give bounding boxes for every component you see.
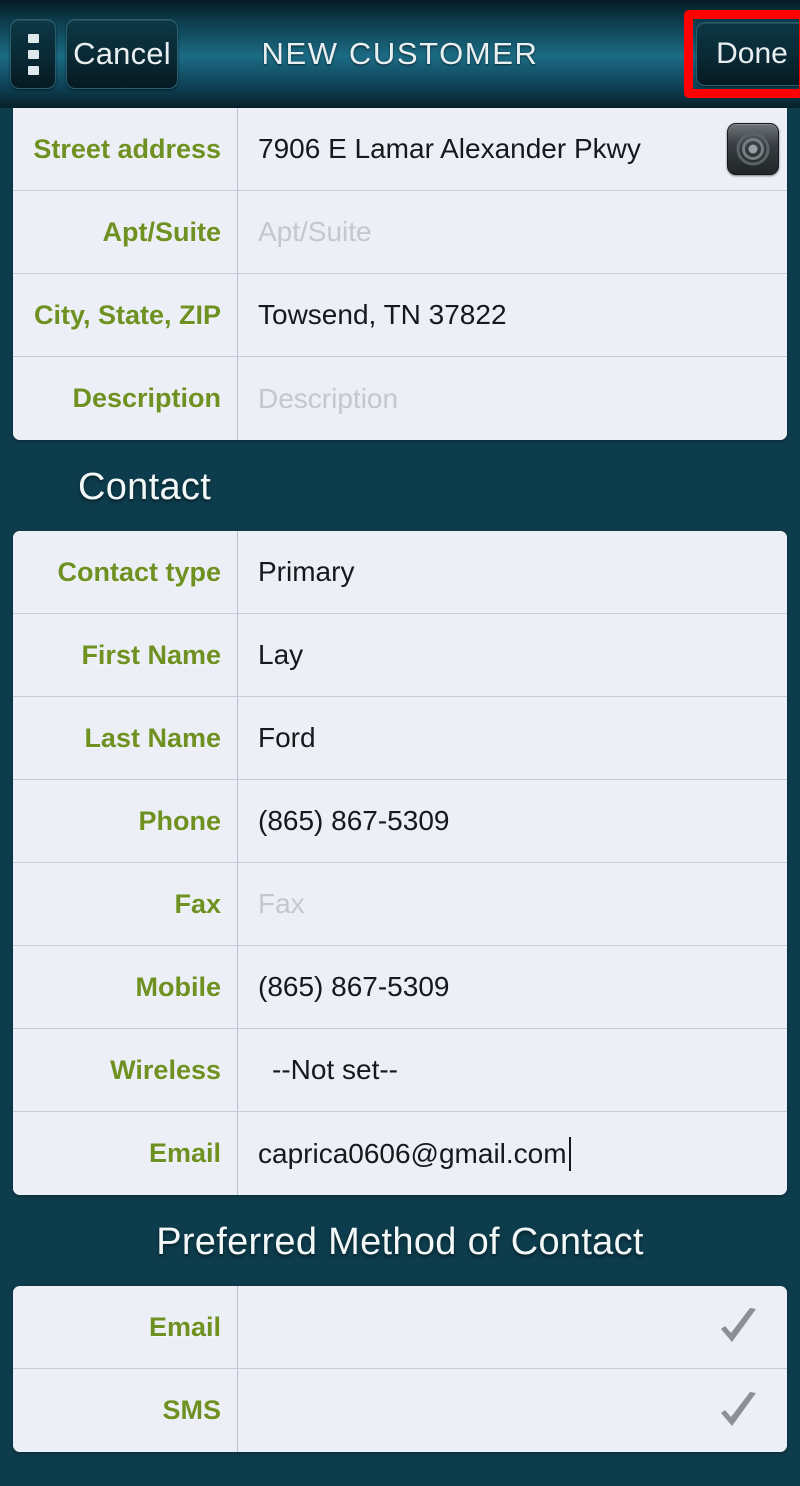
app-screen: Cancel NEW CUSTOMER Done Street address 7…: [0, 0, 800, 1486]
table-row[interactable]: Mobile (865) 867-5309: [13, 946, 787, 1029]
done-button[interactable]: Done: [696, 22, 800, 86]
row-input-value[interactable]: Ford: [238, 697, 787, 779]
row-input-value[interactable]: Primary: [238, 531, 787, 613]
row-value-text: 7906 E Lamar Alexander Pkwy: [258, 133, 641, 164]
row-value-text: Primary: [258, 556, 355, 587]
overflow-menu-icon: [27, 65, 39, 75]
row-input-value[interactable]: (865) 867-5309: [238, 780, 787, 862]
table-row[interactable]: Description Description: [13, 357, 787, 440]
table-row[interactable]: Email caprica0606@gmail.com: [13, 1112, 787, 1195]
section-heading-contact: Contact: [78, 466, 212, 508]
row-value-text: (865) 867-5309: [258, 805, 450, 836]
row-value-text: caprica0606@gmail.com: [258, 1137, 567, 1169]
locate-gps-button[interactable]: [727, 123, 779, 175]
table-row[interactable]: Phone (865) 867-5309: [13, 780, 787, 863]
row-input-value[interactable]: --Not set--: [238, 1029, 787, 1111]
text-cursor: [568, 1136, 571, 1171]
table-row[interactable]: Wireless --Not set--: [13, 1029, 787, 1112]
table-row[interactable]: Last Name Ford: [13, 697, 787, 780]
row-input-value[interactable]: Towsend, TN 37822: [238, 274, 787, 356]
cancel-button[interactable]: Cancel: [66, 19, 178, 89]
table-row[interactable]: Email: [13, 1286, 787, 1369]
preferred-method-card: Email SMS: [13, 1286, 787, 1452]
row-label: First Name: [13, 614, 238, 696]
address-card: Street address 7906 E Lamar Alexander Pkw…: [13, 108, 787, 440]
row-label: Contact type: [13, 531, 238, 613]
table-row[interactable]: Contact type Primary: [13, 531, 787, 614]
checkmark-icon[interactable]: [715, 1388, 761, 1434]
row-label: Mobile: [13, 946, 238, 1028]
row-input-value[interactable]: caprica0606@gmail.com: [238, 1112, 787, 1195]
table-row[interactable]: First Name Lay: [13, 614, 787, 697]
table-row[interactable]: City, State, ZIP Towsend, TN 37822: [13, 274, 787, 357]
row-value-text: Towsend, TN 37822: [258, 299, 507, 330]
section-heading-preferred-method: Preferred Method of Contact: [156, 1221, 644, 1263]
row-input-placeholder[interactable]: Fax: [238, 863, 787, 945]
row-value-text: --Not set--: [272, 1054, 398, 1085]
row-input-value[interactable]: (865) 867-5309: [238, 946, 787, 1028]
form-content: Street address 7906 E Lamar Alexander Pkw…: [0, 108, 800, 1452]
row-input-value[interactable]: Lay: [238, 614, 787, 696]
contact-card: Contact type Primary First Name Lay Last Nam…: [13, 531, 787, 1195]
row-label: Street address: [13, 108, 238, 190]
row-value-text: Lay: [258, 639, 304, 670]
row-value-text: Description: [258, 382, 399, 414]
row-input-value[interactable]: 7906 E Lamar Alexander Pkwy: [238, 108, 787, 190]
overflow-menu-button[interactable]: [10, 19, 56, 89]
row-label: Description: [13, 357, 238, 440]
top-app-bar: Cancel NEW CUSTOMER Done: [0, 0, 800, 108]
row-input-placeholder[interactable]: Apt/Suite: [238, 191, 787, 273]
row-label: Email: [13, 1112, 238, 1195]
row-value-text: Fax: [258, 888, 305, 919]
table-row[interactable]: Street address 7906 E Lamar Alexander Pkw…: [13, 108, 787, 191]
row-label: Phone: [13, 780, 238, 862]
row-input-value[interactable]: [238, 1369, 787, 1452]
location-target-icon: [736, 132, 770, 166]
row-label: Fax: [13, 863, 238, 945]
row-label: Wireless: [13, 1029, 238, 1111]
row-input-value[interactable]: [238, 1286, 787, 1368]
overflow-menu-icon: [27, 33, 39, 43]
row-input-placeholder[interactable]: Description: [238, 357, 787, 440]
row-value-text: Apt/Suite: [258, 216, 372, 247]
checkmark-icon[interactable]: [715, 1304, 761, 1350]
table-row[interactable]: Apt/Suite Apt/Suite: [13, 191, 787, 274]
table-row[interactable]: SMS: [13, 1369, 787, 1452]
row-label: Email: [13, 1286, 238, 1368]
table-row[interactable]: Fax Fax: [13, 863, 787, 946]
overflow-menu-icon: [27, 49, 39, 59]
row-value-text: Ford: [258, 722, 316, 753]
row-label: City, State, ZIP: [13, 274, 238, 356]
row-value-text: (865) 867-5309: [258, 971, 450, 1002]
row-label: SMS: [13, 1369, 238, 1452]
row-label: Last Name: [13, 697, 238, 779]
row-label: Apt/Suite: [13, 191, 238, 273]
